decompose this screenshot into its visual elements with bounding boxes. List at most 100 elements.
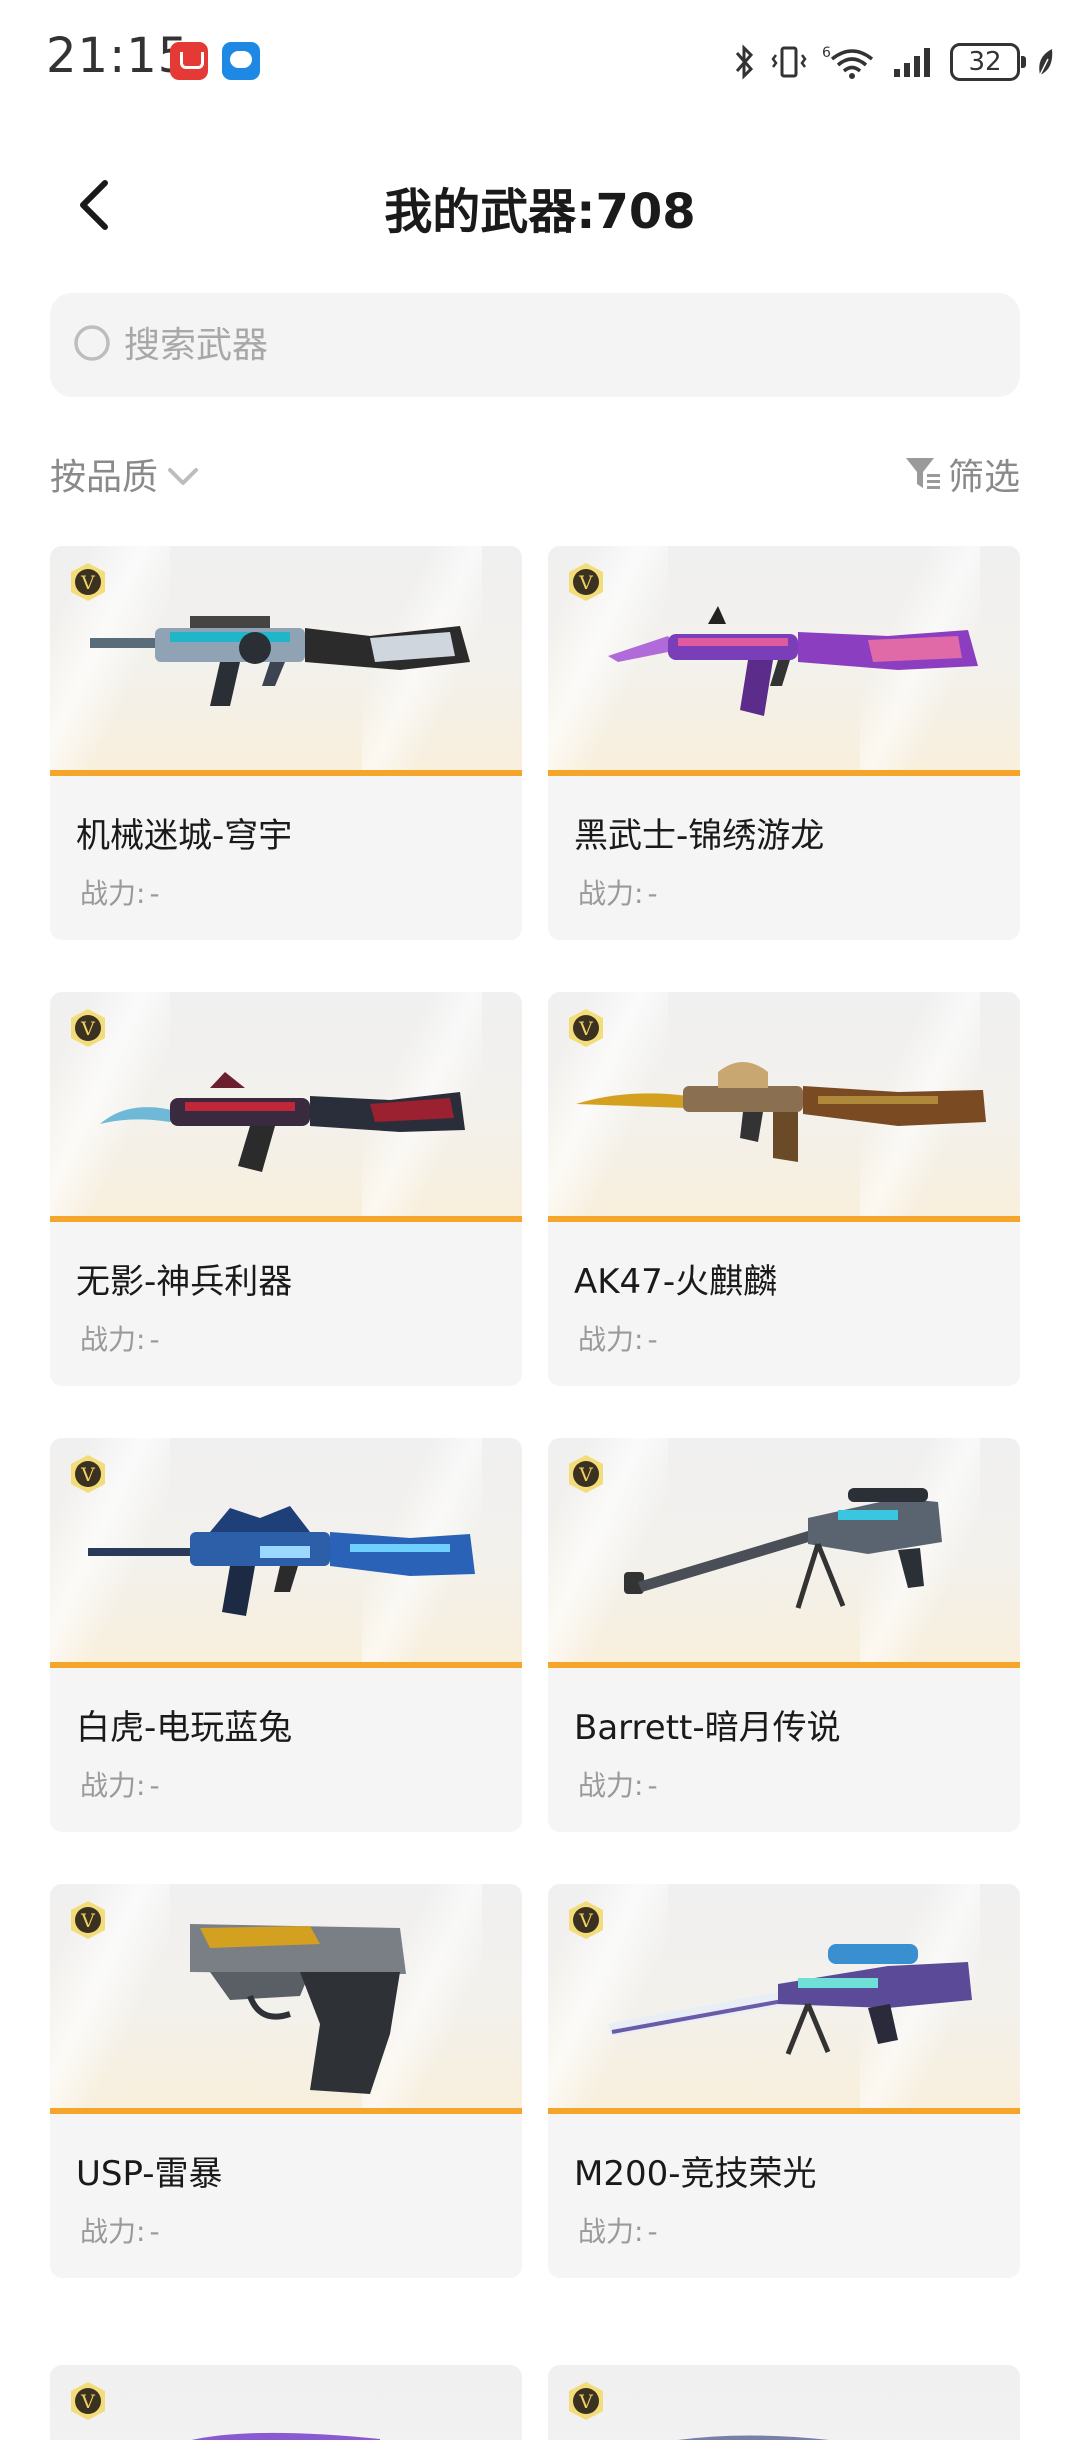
weapon-card[interactable]: V 机械迷城-穹宇 战力: - [50,546,522,940]
weapon-name: Barrett-暗月传说 [574,1708,841,1748]
badge-letter: V [80,1018,95,1040]
page-title: 我的武器:708 [384,184,696,240]
weapon-image-area: V [548,546,1020,776]
power-label: 战力: [80,1769,146,1802]
sort-filter-bar: 按品质 筛选 [50,440,1020,510]
vip-badge-icon: V [71,563,105,601]
sniper-image-icon [624,1488,942,1609]
power-label: 战力: [80,2215,146,2248]
badge-letter: V [80,1464,95,1486]
power-value: - [647,1769,658,1802]
search-icon [74,325,110,361]
power-value: - [149,877,160,910]
weapon-grid: V 机械迷城-穹宇 战力: - V 黑武士-锦绣游龙 战力: - V 无影-神兵… [50,546,1020,2278]
power-label: 战力: [80,1323,146,1356]
badge-letter: V [80,572,95,594]
pistol-image-icon [190,1924,406,2094]
power-value: - [149,1769,160,1802]
vip-badge-icon: V [569,2382,603,2420]
weapon-card[interactable]: V 无影-神兵利器 战力: - [50,992,522,1386]
weapon-image-icon [191,2432,380,2440]
rifle-image-icon [100,1072,465,1172]
sniper-image-icon [608,1944,972,2055]
weapon-card-partial[interactable]: V [548,2365,1020,2440]
page-header: 我的武器:708 [0,160,1080,250]
vibrate-icon [771,46,807,78]
weapon-card[interactable]: V Barrett-暗月传说 战力: - [548,1438,1020,1832]
leaf-icon [1039,49,1053,76]
vip-badge-icon: V [569,1009,603,1047]
weapon-image-area: V [50,1438,522,1668]
vip-badge-icon: V [569,1901,603,1939]
battery-level: 32 [968,47,1002,77]
weapon-image-area: V [548,1438,1020,1668]
weapon-name: USP-雷暴 [76,2154,223,2194]
badge-letter: V [578,2391,593,2413]
weapon-name: 白虎-电玩蓝兔 [76,1708,293,1748]
battery-icon: 32 [950,43,1026,81]
weapon-power: 战力: - [574,1764,658,1804]
weapon-power: 战力: - [574,2210,658,2250]
weapon-image-area: V [548,992,1020,1222]
wifi-icon: 6 [822,45,874,79]
vip-badge-icon: V [569,1455,603,1493]
rifle-image-icon [90,616,470,706]
chevron-down-icon [168,468,199,485]
bluetooth-icon [735,44,754,80]
badge-letter: V [578,1018,593,1040]
badge-letter: V [80,1910,95,1932]
filter-label: 筛选 [947,457,1020,498]
weapon-card[interactable]: V USP-雷暴 战力: - [50,1884,522,2278]
weapon-name: M200-竞技荣光 [574,2154,817,2194]
weapon-image-area: V [50,992,522,1222]
network-type-label: 6 [822,45,831,61]
weapon-name: 机械迷城-穹宇 [76,816,293,856]
filter-icon [905,458,940,489]
weapon-grid-overflow: V V [50,2365,1020,2440]
power-label: 战力: [578,1323,644,1356]
weapon-card[interactable]: V M200-竞技荣光 战力: - [548,1884,1020,2278]
badge-letter: V [578,1910,593,1932]
status-time: 21:15 [46,28,190,84]
badge-letter: V [80,2391,95,2413]
power-label: 战力: [578,2215,644,2248]
weapon-power: 战力: - [76,1318,160,1358]
vip-badge-icon: V [71,1009,105,1047]
weapon-card[interactable]: V 黑武士-锦绣游龙 战力: - [548,546,1020,940]
weapon-image-area: V [50,546,522,776]
vip-badge-icon: V [71,1455,105,1493]
signal-icon [894,48,930,77]
weapon-name: 无影-神兵利器 [76,1262,293,1302]
power-value: - [647,877,658,910]
power-label: 战力: [80,877,146,910]
weapon-power: 战力: - [76,1764,160,1804]
power-value: - [149,1323,160,1356]
message-icon [222,42,260,80]
power-label: 战力: [578,1769,644,1802]
vip-badge-icon: V [71,1901,105,1939]
power-value: - [647,2215,658,2248]
rifle-image-icon [608,606,978,716]
search-box[interactable] [50,293,1020,397]
vip-badge-icon: V [71,2382,105,2420]
power-value: - [149,2215,160,2248]
weapon-card[interactable]: V AK47-火麒麟 战力: - [548,992,1020,1386]
search-input[interactable] [124,324,974,366]
sort-dropdown[interactable]: 按品质 [50,448,200,500]
weapon-name: AK47-火麒麟 [574,1262,778,1302]
weapon-image-area: V [548,1884,1020,2114]
weapon-name: 黑武士-锦绣游龙 [574,816,825,856]
filter-button[interactable]: 筛选 [904,448,1020,500]
badge-letter: V [578,1464,593,1486]
weapon-image-icon [677,2435,830,2440]
power-value: - [647,1323,658,1356]
rifle-image-icon [576,1062,986,1162]
weapon-card[interactable]: V 白虎-电玩蓝兔 战力: - [50,1438,522,1832]
power-label: 战力: [578,877,644,910]
status-icons: 6 32 [734,34,1056,90]
vip-badge-icon: V [569,563,603,601]
weapon-power: 战力: - [76,872,160,912]
app-store-icon [170,42,208,80]
weapon-card-partial[interactable]: V [50,2365,522,2440]
weapon-image-area: V [50,1884,522,2114]
